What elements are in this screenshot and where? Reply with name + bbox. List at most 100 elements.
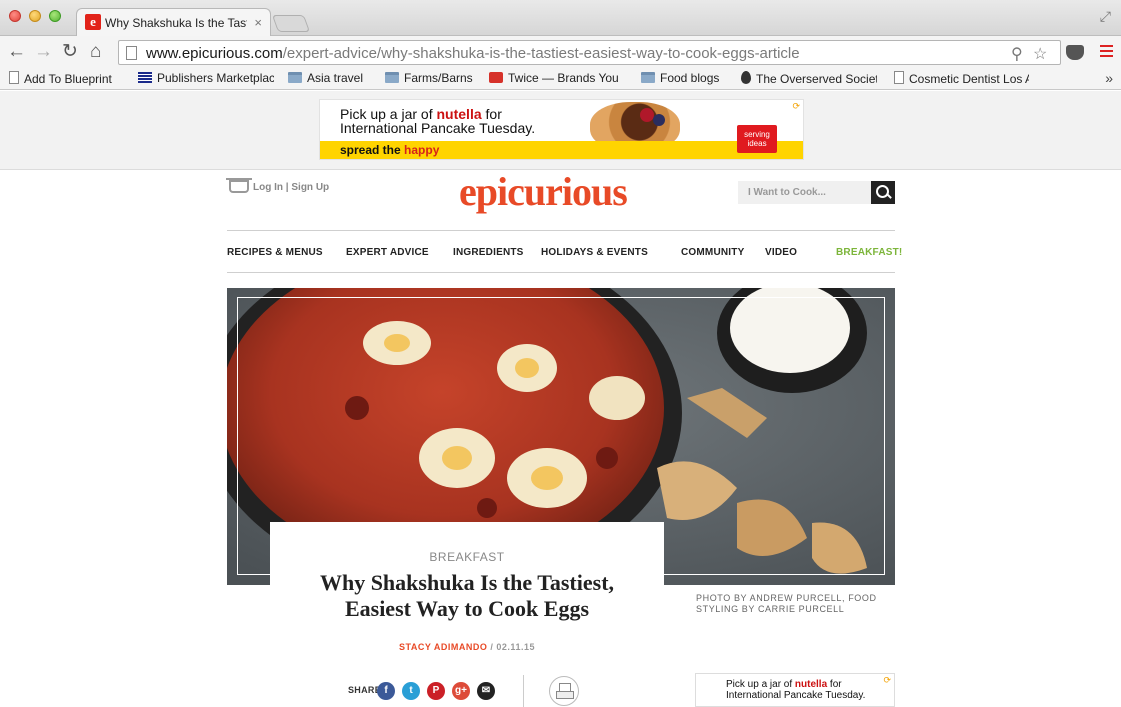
nav-video[interactable]: VIDEO [765, 247, 797, 258]
reload-button[interactable]: ↻ [62, 41, 78, 63]
bookmark-farms-barns[interactable]: Farms/Barns [385, 71, 477, 85]
bookmarks-overflow-icon[interactable]: » [1105, 70, 1113, 86]
bookmark-overserved-society[interactable]: The Overserved Society [741, 71, 877, 86]
bookmark-twice[interactable]: Twice — Brands You Love [489, 71, 623, 85]
signup-link[interactable]: Sign Up [291, 182, 329, 193]
pinterest-icon[interactable]: P [427, 682, 445, 700]
article-headline: Why Shakshuka Is the Tastiest, Easiest W… [319, 570, 615, 621]
author-link[interactable]: STACY ADIMANDO [399, 642, 487, 652]
bookmark-label: Publishers Marketplace [157, 71, 274, 85]
flag-icon [138, 72, 152, 83]
bookmark-label: Farms/Barns [404, 71, 473, 85]
ad-tagline-strip: spread the happy [320, 141, 803, 159]
page-icon [894, 71, 904, 84]
adchoices-icon[interactable]: ⟳ [883, 675, 891, 686]
browser-tab-active[interactable]: e Why Shakshuka Is the Tastiest, Easiest… [76, 8, 271, 36]
nav-ingredients[interactable]: INGREDIENTS [453, 247, 524, 258]
share-divider [523, 675, 524, 707]
tagline-text: spread the [340, 143, 405, 157]
bookmark-cosmetic-dentist[interactable]: Cosmetic Dentist Los Angeles [894, 71, 1029, 86]
drop-icon [741, 71, 751, 84]
epicurious-logo[interactable]: epicurious [459, 168, 628, 215]
bookmark-label: Food blogs [660, 71, 720, 85]
page-icon [126, 46, 137, 60]
ad-brand: nutella [794, 679, 828, 690]
nav-breakfast[interactable]: BREAKFAST! [836, 247, 902, 258]
twice-icon [489, 72, 503, 83]
bookmark-publishers-marketplace[interactable]: Publishers Marketplace [138, 71, 274, 85]
bookmark-label: The Overserved Society [756, 72, 877, 86]
bookmark-star-icon[interactable]: ☆ [1033, 44, 1047, 64]
print-icon[interactable] [549, 676, 579, 706]
zoom-window-button[interactable] [49, 10, 61, 22]
article-byline: STACY ADIMANDO / 02.11.15 [270, 642, 664, 652]
ad-text: Pick up a jar of [726, 679, 795, 690]
google-plus-icon[interactable]: g+ [452, 682, 470, 700]
folder-icon [641, 72, 655, 83]
serving-ideas-button[interactable]: serving ideas [737, 125, 777, 153]
nav-recipes-menus[interactable]: RECIPES & MENUS [227, 247, 323, 258]
bookmark-label: Asia travel [307, 71, 364, 85]
pocket-icon[interactable] [1066, 45, 1084, 60]
nav-holidays-events[interactable]: HOLIDAYS & EVENTS [541, 247, 648, 258]
folder-icon [288, 72, 302, 83]
byline-separator: / [490, 642, 494, 652]
zoom-icon[interactable]: ⚲ [1011, 44, 1023, 64]
bookmark-label: Cosmetic Dentist Los Angeles [909, 72, 1029, 86]
article-category[interactable]: BREAKFAST [270, 550, 664, 564]
bookmarks-bar: Add To Blueprint Publishers Marketplace … [0, 68, 1121, 90]
page-icon [9, 71, 19, 84]
browser-menu-icon[interactable] [1100, 45, 1113, 60]
browser-titlebar: e Why Shakshuka Is the Tastiest, Easiest… [0, 0, 1121, 36]
ad-tagline: spread the happy [340, 143, 439, 157]
login-area: Log In | Sign Up [226, 178, 329, 193]
bookmark-label: Add To Blueprint [24, 72, 112, 86]
side-ad-line2: International Pancake Tuesday. [726, 690, 866, 701]
bookmark-add-to-blueprint[interactable]: Add To Blueprint [9, 71, 124, 86]
tagline-happy: happy [404, 143, 440, 157]
nav-expert-advice[interactable]: EXPERT ADVICE [346, 247, 429, 258]
url-host: www.epicurious.com [146, 45, 283, 62]
ad-text: for [827, 679, 842, 690]
search-icon[interactable] [871, 181, 895, 204]
ad-headline-line2: International Pancake Tuesday. [340, 120, 536, 136]
url-path: /expert-advice/why-shakshuka-is-the-tast… [282, 45, 800, 62]
side-ad-line1: Pick up a jar of nutella for [726, 679, 842, 690]
browser-toolbar: ← → ↻ ⌂ www.epicurious.com/expert-advice… [0, 36, 1121, 68]
nutella-side-ad[interactable]: Pick up a jar of nutella for Internation… [695, 673, 895, 707]
address-bar[interactable]: www.epicurious.com/expert-advice/why-sha… [118, 40, 1061, 65]
photo-credit: PHOTO BY ANDREW PURCELL, FOOD STYLING BY… [696, 593, 877, 614]
blueberry-image [653, 114, 665, 126]
bookmark-food-blogs[interactable]: Food blogs [641, 71, 731, 85]
email-icon[interactable]: ✉ [477, 682, 495, 700]
close-window-button[interactable] [9, 10, 21, 22]
tab-title: Why Shakshuka Is the Tastiest, Easiest W… [105, 16, 247, 30]
raspberry-image [640, 108, 654, 122]
bookmark-asia-travel[interactable]: Asia travel [288, 71, 378, 85]
bookmark-label: Twice — Brands You Love [508, 71, 623, 85]
login-separator: | [285, 182, 289, 193]
nutella-ad-banner[interactable]: Pick up a jar of nutella for Internation… [319, 99, 804, 160]
forward-button[interactable]: → [34, 41, 53, 63]
adchoices-icon[interactable]: ⟳ [792, 101, 800, 112]
tab-close-icon[interactable]: × [254, 15, 262, 30]
epicurious-favicon-icon: e [85, 14, 101, 30]
back-button[interactable]: ← [7, 41, 26, 63]
facebook-icon[interactable]: f [377, 682, 395, 700]
login-link[interactable]: Log In [253, 182, 283, 193]
url-text[interactable]: www.epicurious.com/expert-advice/why-sha… [146, 45, 800, 62]
folder-icon [385, 72, 399, 83]
site-search-input[interactable]: I Want to Cook... [738, 181, 872, 204]
ad-banner-area: Pick up a jar of nutella for Internation… [0, 91, 1121, 170]
nav-divider-bottom [227, 272, 895, 273]
pot-icon [226, 178, 252, 193]
article-title-card: BREAKFAST Why Shakshuka Is the Tastiest,… [270, 522, 664, 692]
twitter-icon[interactable]: t [402, 682, 420, 700]
new-tab-button[interactable] [271, 15, 311, 32]
home-button[interactable]: ⌂ [90, 41, 101, 63]
nav-community[interactable]: COMMUNITY [681, 247, 744, 258]
minimize-window-button[interactable] [29, 10, 41, 22]
fullscreen-icon[interactable]: ⤢ [1100, 8, 1111, 25]
publish-date: 02.11.15 [496, 642, 535, 652]
nav-divider-top [227, 230, 895, 231]
